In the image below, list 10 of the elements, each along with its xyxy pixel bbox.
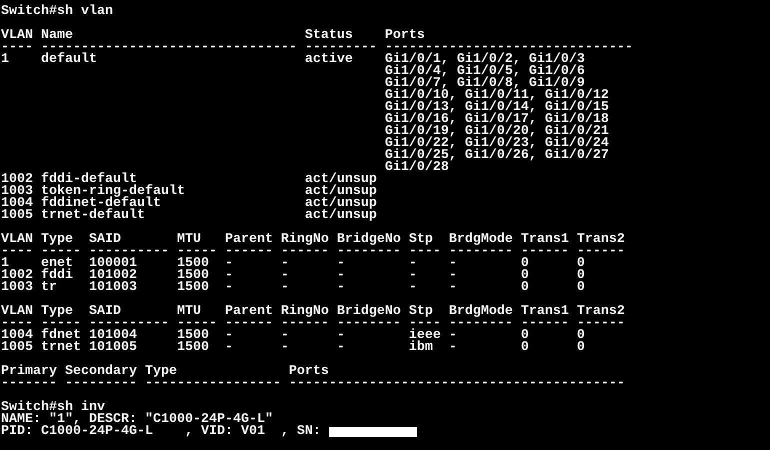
terminal-line: VLAN Name Status Ports <box>1 28 425 43</box>
terminal-line: VLAN Type SAID MTU Parent RingNo BridgeNo Stp BrdgMode Trans1 Trans2 <box>1 232 625 247</box>
terminal-line: Gi1/0/28 <box>384 160 449 175</box>
terminal-line: PID: C1000-24P-4G-L , VID: V01 , SN: <box>1 426 322 438</box>
terminal-line: 1005 trnet-default act/unsup <box>1 208 377 223</box>
terminal-line: Primary Secondary Type Ports <box>1 364 329 379</box>
terminal-line: VLAN Type SAID MTU Parent RingNo BridgeNo Stp BrdgMode Trans1 Trans2 <box>1 304 625 319</box>
terminal-line: Switch#sh vlan <box>1 4 113 19</box>
terminal-line: ------- --------- ----------------- ------------------------------------------ <box>1 376 625 391</box>
terminal-line: 1003 tr 101003 1500 - - - - - 0 0 <box>1 280 585 295</box>
